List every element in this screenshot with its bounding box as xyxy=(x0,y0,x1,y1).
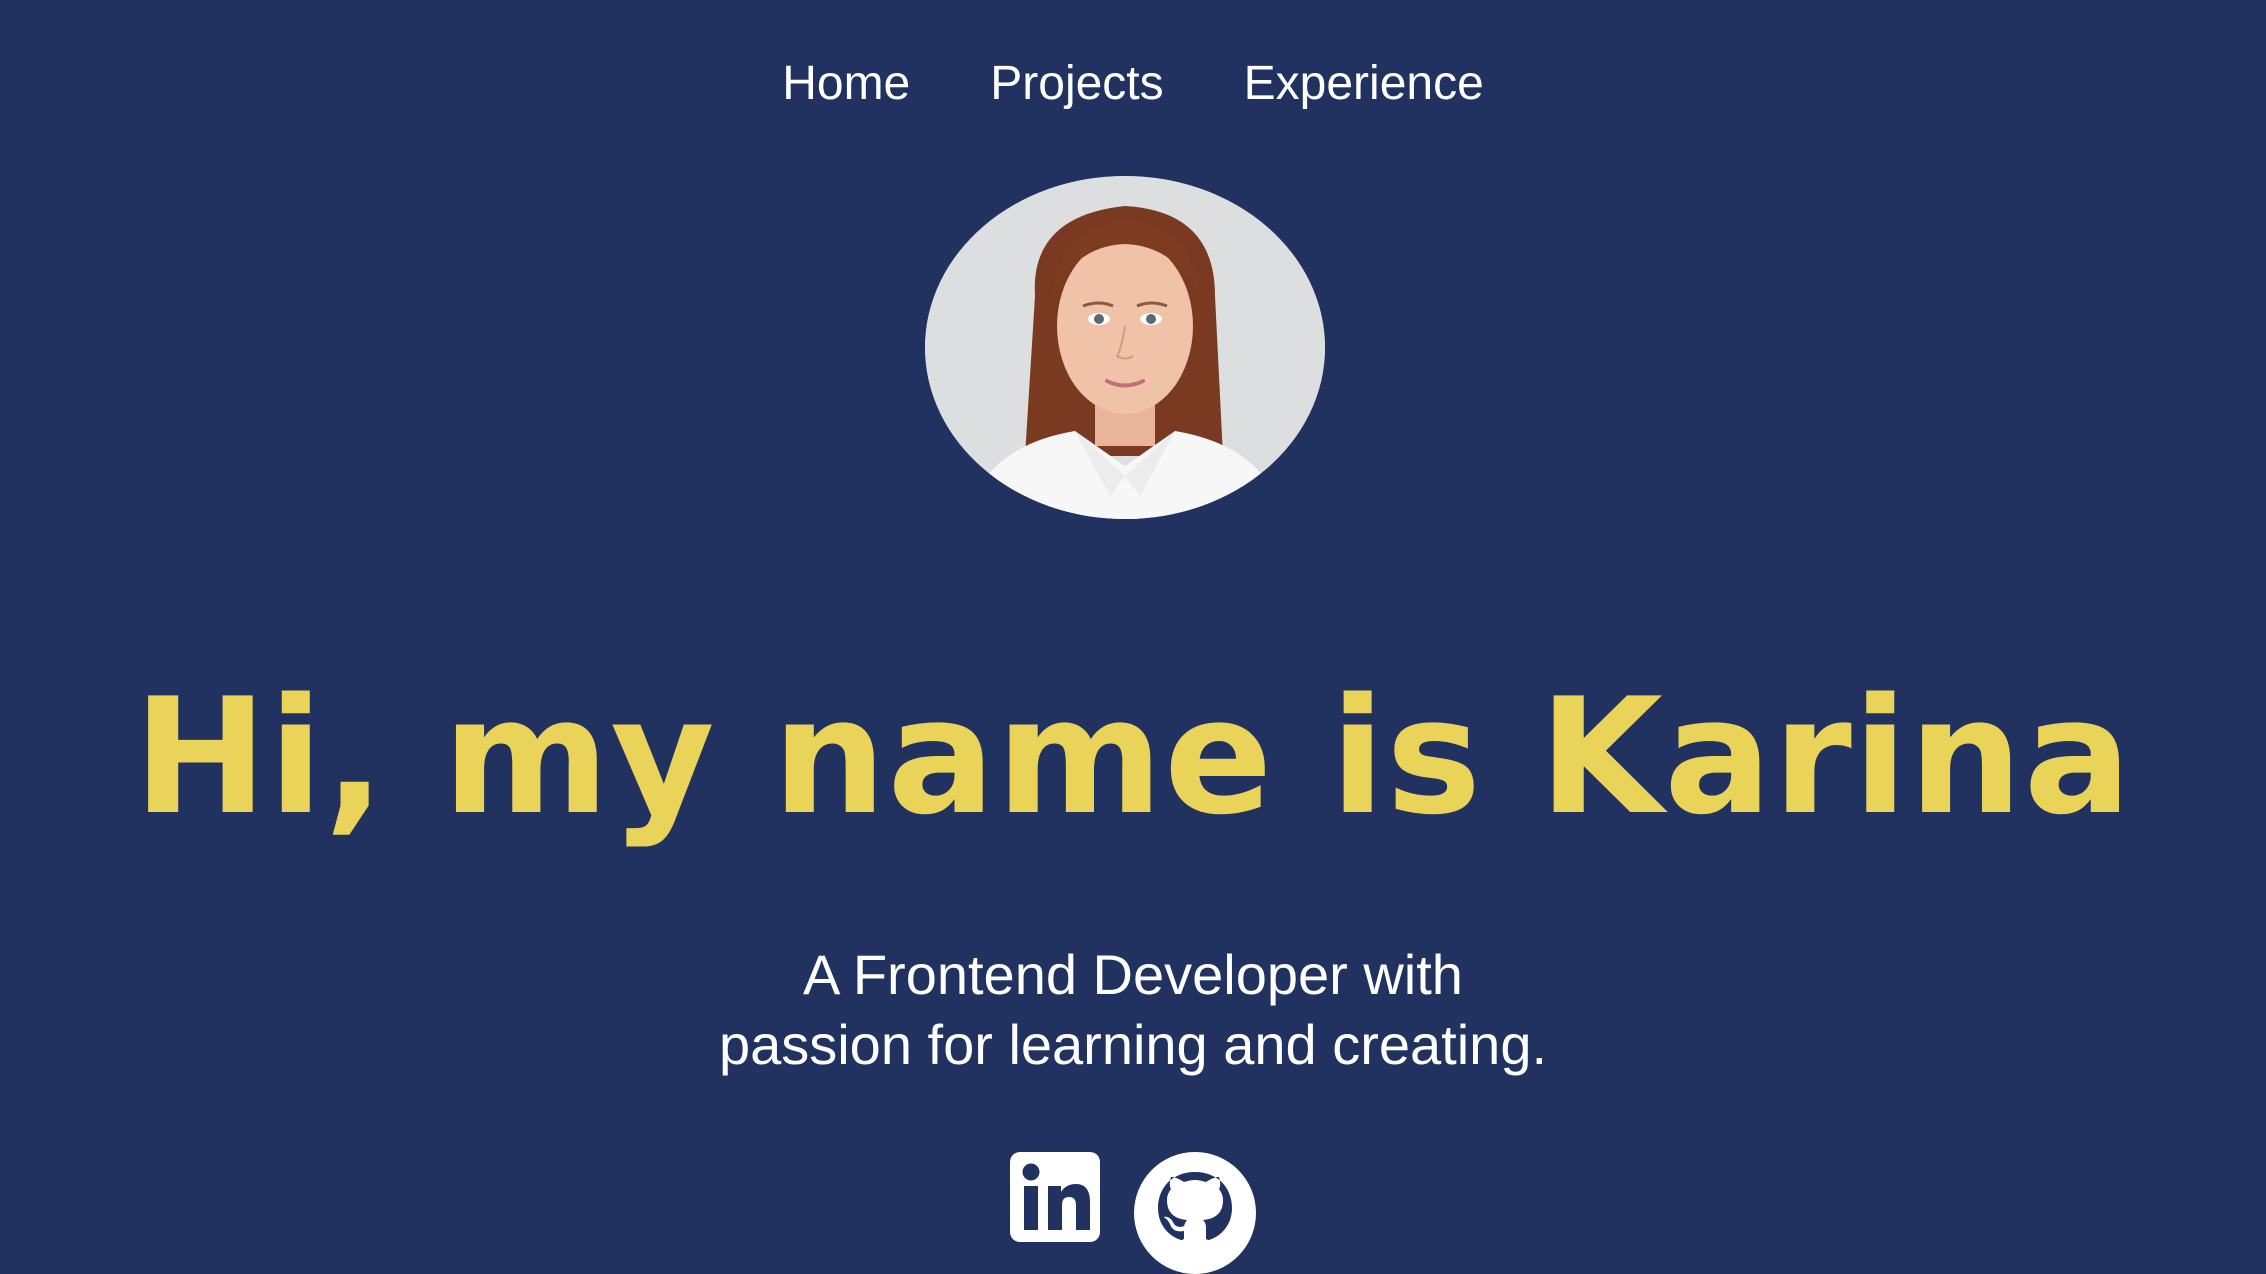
linkedin-link[interactable] xyxy=(1010,1152,1100,1242)
hero-subtitle: A Frontend Developer with passion for le… xyxy=(0,940,2266,1080)
linkedin-icon xyxy=(1010,1152,1100,1242)
github-link[interactable] xyxy=(1134,1152,1256,1274)
profile-photo-illustration xyxy=(925,176,1325,519)
main-nav: Home Projects Experience xyxy=(0,52,2266,116)
profile-photo xyxy=(925,176,1325,519)
github-icon xyxy=(1134,1152,1256,1274)
nav-link-home[interactable]: Home xyxy=(782,52,910,116)
social-links xyxy=(0,1152,2266,1274)
hero-subtitle-line-2: passion for learning and creating. xyxy=(718,1013,1548,1076)
hero-subtitle-line-1: A Frontend Developer with xyxy=(803,943,1463,1006)
hero-title: Hi, my name is Karina xyxy=(133,663,2133,850)
nav-link-projects[interactable]: Projects xyxy=(990,52,1163,116)
nav-link-experience[interactable]: Experience xyxy=(1244,52,1484,116)
